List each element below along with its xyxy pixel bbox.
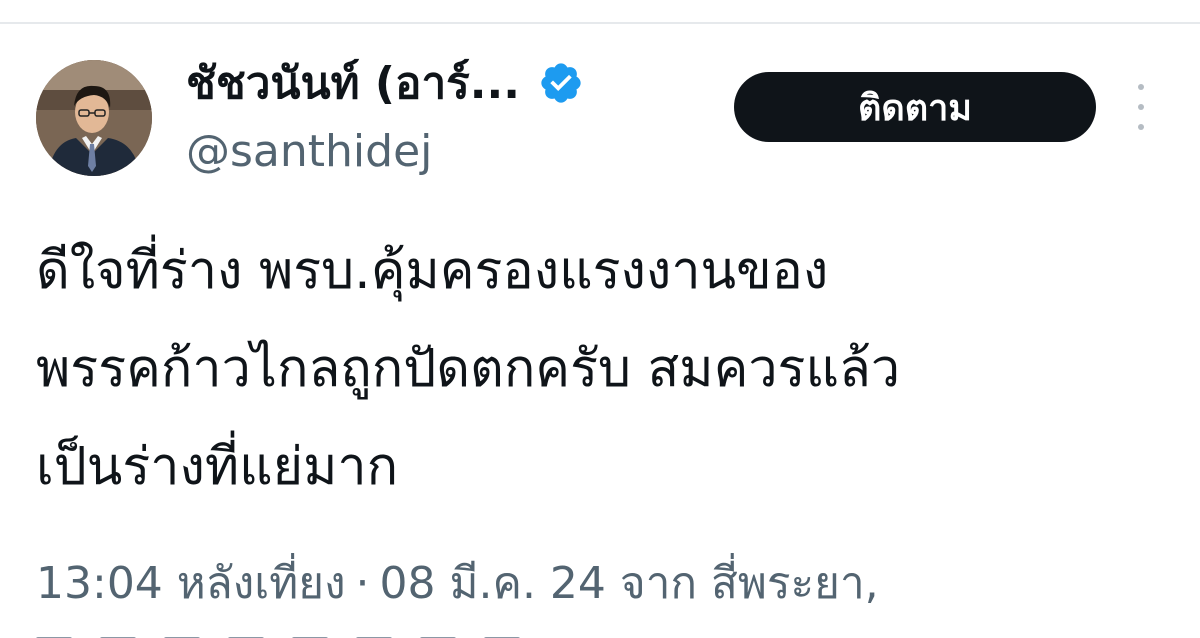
author-display-name[interactable]: ชัชวนันท์ (อาร์... xyxy=(186,48,520,118)
more-dot xyxy=(1138,124,1144,130)
more-dot xyxy=(1138,84,1144,90)
avatar-photo xyxy=(36,60,152,176)
tweet-text-line: ดีใจที่ร่าง พรบ.คุ้มครองแรงงานของ xyxy=(36,241,829,301)
meta-separator: · xyxy=(355,558,370,609)
more-vertical-icon[interactable] xyxy=(1126,84,1156,130)
more-dot xyxy=(1138,104,1144,110)
tweet-time[interactable]: 13:04 หลังเที่ยง xyxy=(36,558,346,609)
verified-badge-icon[interactable] xyxy=(538,60,584,106)
follow-button[interactable]: ติดตาม xyxy=(734,72,1096,142)
cut-off-next-line xyxy=(36,626,596,638)
tweet-meta: 13:04 หลังเที่ยง · 08 มี.ค. 24 จาก สี่พระย… xyxy=(36,548,879,618)
tweet-date[interactable]: 08 มี.ค. 24 xyxy=(380,558,606,609)
tweet-location[interactable]: สี่พระยา, xyxy=(711,558,879,609)
author-handle[interactable]: @santhidej xyxy=(186,126,432,177)
tweet-text: ดีใจที่ร่าง พรบ.คุ้มครองแรงงานของ พรรคก้… xyxy=(36,222,1176,516)
tweet-text-line: พรรคก้าวไกลถูกปัดตกครับ สมควรแล้ว xyxy=(36,339,901,399)
tweet-text-line: เป็นร่างที่แย่มาก xyxy=(36,437,399,497)
avatar[interactable] xyxy=(36,60,152,176)
top-divider xyxy=(0,22,1200,24)
author-name-row: ชัชวนันท์ (อาร์... xyxy=(186,50,584,116)
from-label: จาก xyxy=(619,558,698,609)
